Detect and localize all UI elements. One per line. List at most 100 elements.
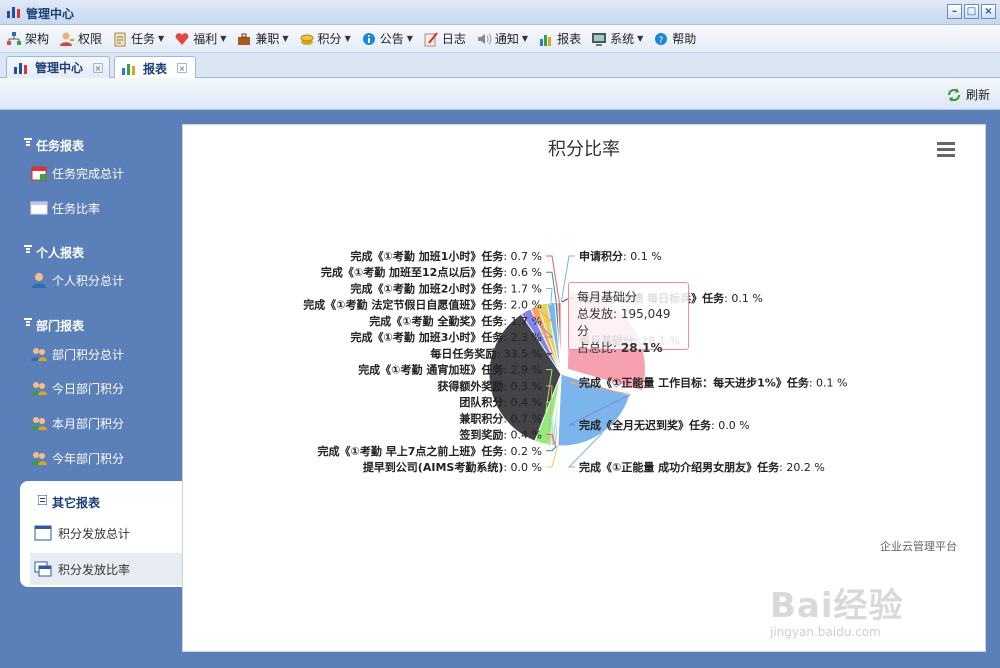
menu-help[interactable]: ? 帮助 [653, 30, 696, 47]
menu-reports[interactable]: 报表 [538, 30, 581, 47]
tab-label: 报表 [143, 61, 168, 76]
connector-line [546, 445, 558, 452]
users-icon [31, 452, 47, 465]
heart-icon [174, 31, 190, 47]
window-title: 管理中心 [26, 7, 75, 21]
tab-bar: 管理中心 × 报表 × [0, 53, 1000, 79]
section-title: 其它报表 [52, 496, 101, 510]
toolbar: 刷新 [0, 78, 1000, 110]
app-logo-icon [14, 62, 27, 74]
minimize-button[interactable]: – [947, 4, 962, 19]
help-icon: ? [653, 31, 669, 47]
pen-icon [423, 31, 439, 47]
sidebar-item-year-department-points[interactable]: 今年部门积分 [30, 449, 124, 467]
tab-label: 管理中心 [35, 61, 84, 75]
menu-permissions[interactable]: 权限 [59, 30, 102, 47]
tooltip-ratio: 占总比: 28.1% [577, 341, 663, 355]
menu-label: 公告 [379, 32, 404, 46]
close-tab-icon[interactable]: × [93, 62, 103, 73]
data-label: 完成《①考勤 加班1小时》任务: 0.7 % [351, 249, 542, 263]
menu-label: 积分 [317, 32, 342, 46]
data-label: 完成《①正能量 工作目标：每天进步1%》任务: 0.1 % [579, 376, 847, 390]
chart-panel: 积分比率 申请积分: 0.1 %完成《①业绩 每日标兵》任务: 0.1 %每月基… [182, 124, 986, 652]
sidebar-item-points-issued-ratio[interactable]: 积分发放比率 [30, 553, 182, 585]
data-label: 每日任务奖励: 33.5 % [430, 346, 542, 360]
menu-label: 架构 [25, 32, 50, 46]
svg-text:?: ? [659, 36, 664, 46]
menu-label: 任务 [131, 32, 156, 46]
sidebar-item-today-department-points[interactable]: 今日部门积分 [30, 379, 124, 397]
data-label: 获得额外奖励: 0.3 % [437, 379, 542, 393]
menu-system[interactable]: 系统 ▼ [591, 30, 643, 47]
sidebar-item-task-completion-total[interactable]: 任务完成总计 [30, 164, 124, 182]
menu-label: 福利 [193, 32, 218, 46]
data-label: 完成《①正能量 成功介绍男女朋友》任务: 20.2 % [579, 460, 825, 474]
menu-log[interactable]: 日志 [423, 30, 466, 47]
org-chart-icon [6, 31, 22, 47]
computer-icon [591, 31, 607, 47]
window-titlebar: 管理中心 – □ × [0, 0, 1000, 25]
connector-line [546, 287, 553, 303]
window-icon [34, 525, 52, 541]
main-menu: 架构 权限 任务 ▼ 福利 ▼ 兼职 ▼ 积分 ▼ 公告 ▼ 日志 通知 ▼ 报表 系统 ▼ … [0, 25, 1000, 53]
menu-parttime[interactable]: 兼职 ▼ [236, 30, 289, 47]
chevron-down-icon: ▼ [344, 34, 351, 43]
watermark-logo: Bai经验 [770, 586, 904, 626]
data-label: 团队积分: 0.4 % [459, 395, 542, 409]
close-button[interactable]: × [981, 4, 996, 19]
users-icon [31, 348, 47, 361]
section-title: 任务报表 [36, 139, 85, 153]
refresh-icon [947, 87, 961, 102]
list-icon [24, 138, 32, 146]
chevron-down-icon: ▼ [220, 34, 227, 43]
menu-label: 权限 [78, 32, 103, 46]
menu-welfare[interactable]: 福利 ▼ [174, 30, 226, 47]
sidebar-section-personal-reports: 个人报表 [24, 244, 85, 261]
menu-points[interactable]: 积分 ▼ [299, 30, 351, 47]
users-icon [31, 417, 47, 430]
speaker-icon [476, 31, 492, 47]
close-tab-icon[interactable]: × [177, 63, 188, 73]
maximize-button[interactable]: □ [964, 4, 979, 19]
tab-reports[interactable]: 报表 × [114, 56, 196, 79]
window-icon [30, 201, 48, 215]
sidebar-item-label: 本月部门积分 [52, 416, 125, 431]
chevron-down-icon: ▼ [158, 34, 165, 43]
watermark: Bai经验 jingyan.baidu.com [770, 578, 970, 648]
calendar-icon [31, 166, 47, 181]
data-label: 完成《①考勤 加班至12点以后》任务: 0.6 % [321, 265, 542, 279]
sidebar-item-label: 个人积分总计 [52, 273, 125, 288]
data-label: 提早到公司(AIMS考勤系统): 0.0 % [363, 460, 542, 474]
refresh-label: 刷新 [965, 88, 990, 102]
data-label: 完成《①考勤 加班2小时》任务: 1.7 % [351, 281, 542, 295]
menu-announcements[interactable]: 公告 ▼ [361, 30, 413, 47]
sidebar-item-label: 任务完成总计 [52, 166, 125, 181]
menu-notifications[interactable]: 通知 ▼ [476, 30, 528, 47]
menu-label: 日志 [441, 32, 466, 46]
sidebar-item-personal-points-total[interactable]: 个人积分总计 [30, 271, 124, 289]
data-label: 完成《①考勤 全勤奖》任务: 1.7 % [369, 314, 542, 328]
window-controls: – □ × [947, 4, 996, 19]
bar-chart-icon [538, 31, 554, 47]
menu-architecture[interactable]: 架构 [6, 30, 49, 47]
sidebar-item-label: 今日部门积分 [52, 381, 125, 396]
connector-line [546, 445, 558, 468]
user-icon [32, 273, 46, 288]
section-title: 个人报表 [36, 246, 85, 260]
tab-management-center[interactable]: 管理中心 × [6, 56, 110, 78]
list-icon [38, 495, 47, 505]
sidebar-item-points-issued-total[interactable]: 积分发放总计 [30, 517, 182, 549]
menu-tasks[interactable]: 任务 ▼ [112, 30, 164, 47]
sidebar-item-department-points-total[interactable]: 部门积分总计 [30, 345, 124, 363]
menu-label: 报表 [557, 32, 582, 46]
sidebar-section-department-reports: 部门报表 [24, 317, 84, 334]
menu-label: 帮助 [672, 32, 697, 46]
user-key-icon [59, 31, 75, 47]
chart-tooltip: 每月基础分 总发放: 195,049分 占总比: 28.1% [568, 282, 689, 355]
sidebar-item-month-department-points[interactable]: 本月部门积分 [30, 414, 124, 432]
bar-chart-icon [122, 64, 135, 75]
refresh-button[interactable]: 刷新 [946, 86, 990, 103]
sidebar-item-label: 任务比率 [52, 201, 101, 216]
sidebar-item-task-ratio[interactable]: 任务比率 [30, 199, 100, 217]
watermark-url: jingyan.baidu.com [770, 625, 881, 639]
